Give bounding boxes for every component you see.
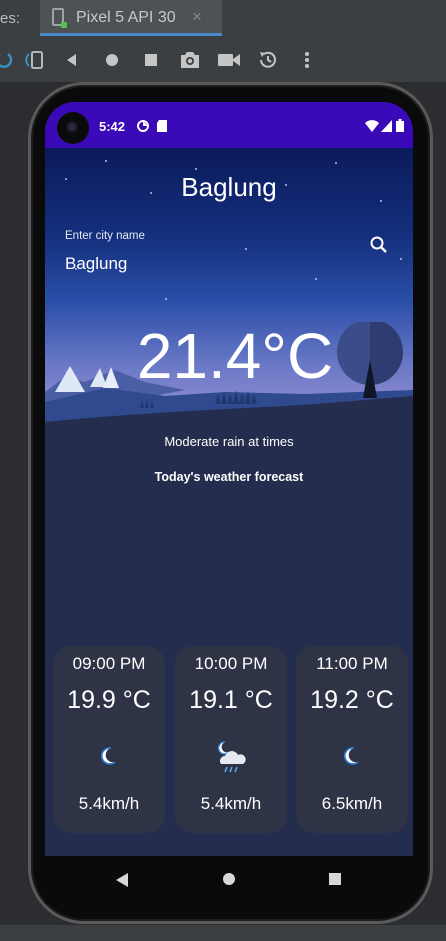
nav-overview-icon[interactable]: [328, 872, 342, 891]
status-bar: 5:42: [45, 102, 413, 148]
nav-home-icon[interactable]: [222, 872, 236, 891]
forecast-wind: 6.5km/h: [321, 794, 383, 813]
power-icon[interactable]: [0, 48, 16, 72]
close-icon[interactable]: ×: [192, 7, 202, 27]
data-saver-icon: [137, 119, 149, 137]
wifi-icon: [365, 119, 379, 137]
forecast-temp: 19.9 °C: [67, 686, 151, 714]
forecast-card: 10:00 PM 19.1 °C 5.4km/h: [175, 646, 287, 833]
emulator-toolbar: [0, 38, 446, 83]
forecast-wind: 5.4km/h: [78, 794, 140, 813]
ide-tabbar: es: Pixel 5 API 30 ×: [0, 0, 446, 36]
city-input-label: Enter city name: [65, 230, 145, 242]
current-temperature: 21.4°C: [136, 320, 334, 392]
forecast-time: 10:00 PM: [194, 654, 268, 673]
sd-card-icon: [157, 119, 167, 137]
tab-label: Pixel 5 API 30: [76, 9, 176, 26]
moon-rain-cloud-icon: [211, 736, 251, 776]
forecast-card: 09:00 PM 19.9 °C 5.4km/h: [53, 646, 165, 833]
tab-pixel5[interactable]: Pixel 5 API 30 ×: [40, 0, 222, 36]
phone-screen: 5:42 Baglung Enter city name Baglung 21.…: [45, 102, 413, 856]
moon-icon: [89, 736, 129, 776]
tab-active-indicator: [40, 33, 222, 36]
city-input[interactable]: Baglung: [65, 254, 127, 274]
search-icon[interactable]: [368, 234, 390, 256]
tab-prefix-label: es:: [0, 10, 21, 27]
forecast-card: 11:00 PM 19.2 °C 6.5km/h: [296, 646, 408, 833]
signal-icon: [381, 119, 392, 137]
camera-icon[interactable]: [178, 48, 202, 72]
forecast-temp: 19.1 °C: [189, 686, 273, 714]
front-camera: [57, 112, 89, 144]
battery-icon: [396, 119, 404, 137]
home-icon[interactable]: [100, 48, 124, 72]
snapshot-icon[interactable]: [256, 48, 280, 72]
navigation-bar: [45, 856, 413, 904]
overview-icon[interactable]: [139, 48, 163, 72]
nav-back-icon[interactable]: [115, 872, 129, 893]
forecast-wind: 5.4km/h: [200, 794, 262, 813]
more-icon[interactable]: [295, 48, 319, 72]
forecast-title: Today's weather forecast: [154, 470, 304, 484]
status-time: 5:42: [99, 119, 126, 134]
weather-condition: Moderate rain at times: [164, 434, 294, 449]
device-icon: [52, 8, 67, 28]
forecast-time: 09:00 PM: [72, 654, 146, 673]
city-title: Baglung: [181, 172, 277, 202]
rotate-icon[interactable]: [22, 48, 46, 72]
moon-icon: [332, 736, 372, 776]
back-icon[interactable]: [60, 48, 84, 72]
forecast-temp: 19.2 °C: [310, 686, 394, 714]
forecast-time: 11:00 PM: [316, 654, 388, 673]
ide-bottom-strip: [0, 925, 446, 941]
video-icon[interactable]: [217, 48, 241, 72]
